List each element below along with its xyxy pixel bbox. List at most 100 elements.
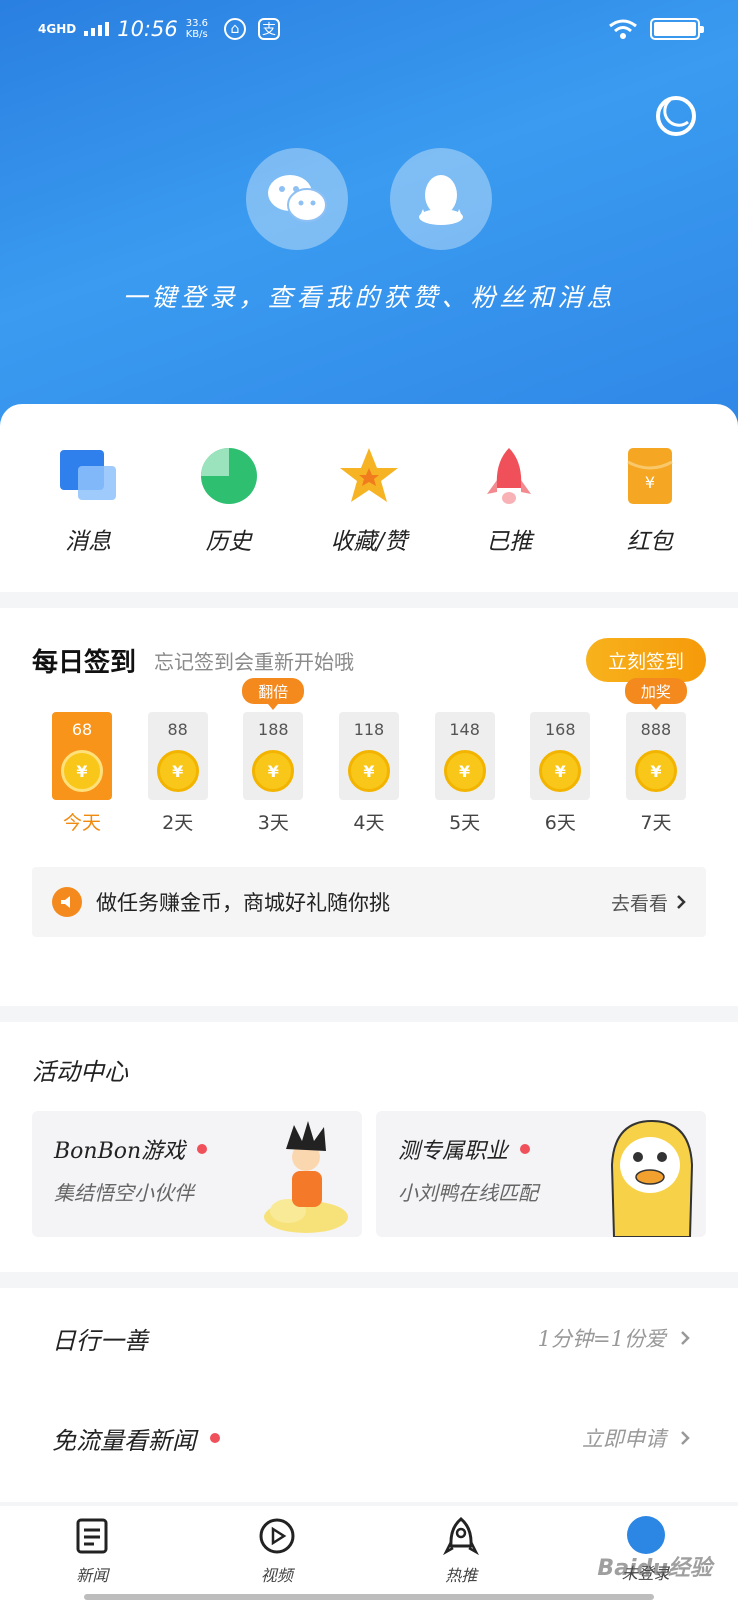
qq-icon [419, 175, 463, 225]
night-mode-icon[interactable] [654, 94, 698, 138]
news-icon [76, 1518, 108, 1554]
day-label: 7天 [640, 812, 672, 834]
speaker-icon [52, 887, 82, 917]
checkin-title: 每日签到 [32, 647, 137, 678]
day-coin-value: 168 [545, 720, 576, 739]
daily-checkin-section: 每日签到 忘记签到会重新开始哦 立刻签到 68 ¥ 今天 88 ¥ 2天 翻倍 18… [0, 608, 738, 1006]
rocket-icon [487, 448, 532, 504]
checkin-now-button[interactable]: 立刻签到 [585, 638, 706, 682]
activity-card-game[interactable]: BonBon游戏 集结悟空小伙伴 [32, 1111, 362, 1237]
quick-item-label: 红包 [626, 529, 673, 555]
coin-icon: ¥ [539, 750, 582, 792]
network-speed: 33.6 KB/s [185, 18, 208, 40]
tab-video[interactable]: 视频 [185, 1506, 370, 1600]
tab-label: 新闻 [76, 1566, 109, 1585]
checkin-day[interactable]: 88 ¥ 2天 [147, 712, 208, 835]
new-dot [197, 1144, 208, 1154]
day-label: 3天 [257, 812, 289, 834]
quick-item-history[interactable]: 历史 [174, 444, 284, 592]
history-icon [200, 448, 257, 504]
battery-icon [650, 18, 704, 40]
day-coin-value: 118 [353, 720, 385, 739]
chevron-right-icon [677, 895, 686, 909]
red-packet-icon: ¥ [627, 448, 673, 504]
home-indicator [84, 1594, 654, 1600]
day-coin-value: 88 [167, 720, 188, 739]
day-label: 4天 [353, 812, 385, 834]
quick-item-label: 已推 [486, 529, 533, 555]
task-banner[interactable]: 做任务赚金币，商城好礼随你挑 去看看 [32, 867, 706, 937]
qq-login-button[interactable] [390, 148, 492, 250]
network-type: 4GHD [38, 22, 77, 36]
double-badge: 翻倍 [242, 678, 305, 710]
quick-item-pushed[interactable]: 已推 [454, 444, 564, 592]
duck-illustration [610, 1119, 694, 1237]
activity-card-career[interactable]: 测专属职业 小刘鸭在线匹配 [376, 1111, 706, 1237]
wechat-icon [268, 175, 327, 222]
coin-icon: ¥ [443, 750, 486, 792]
coin-icon: ¥ [156, 750, 199, 792]
login-prompt[interactable]: 一键登录，查看我的获赞、粉丝和消息 [0, 278, 738, 314]
message-icon [60, 450, 117, 500]
coin-icon: ¥ [61, 750, 103, 792]
activity-title: 活动中心 [32, 1058, 128, 1086]
list-item-free-data[interactable]: 免流量看新闻 立即申请 [32, 1388, 706, 1488]
day-label: 6天 [544, 812, 576, 834]
day-label: 2天 [162, 812, 194, 834]
list-item-label: 免流量看新闻 [52, 1426, 196, 1455]
list-item-charity[interactable]: 日行一善 1分钟=1份爱 [32, 1288, 706, 1388]
list-item-value: 立即申请 [582, 1427, 666, 1451]
settings-list: 日行一善 1分钟=1份爱 免流量看新闻 立即申请 [0, 1288, 738, 1502]
quick-item-label: 收藏/赞 [330, 529, 408, 555]
list-item-label: 日行一善 [52, 1326, 148, 1355]
chevron-right-icon [681, 1331, 690, 1345]
signal-icon [84, 22, 110, 36]
checkin-day[interactable]: 148 ¥ 5天 [434, 712, 495, 835]
day-coin-value: 68 [71, 720, 93, 739]
quick-menu: 消息 历史 收藏/赞 已推 ¥ 红包 [0, 404, 738, 592]
day-coin-value: 148 [449, 720, 480, 739]
new-dot [520, 1144, 531, 1154]
tab-label: 视频 [260, 1566, 293, 1585]
day-coin-value: 888 [640, 720, 672, 739]
quick-item-favorites[interactable]: 收藏/赞 [314, 444, 424, 592]
rocket-icon [443, 1517, 480, 1556]
goku-illustration [264, 1121, 348, 1233]
wifi-icon [609, 19, 637, 39]
status-bar: 4GHD 10:56 33.6 KB/s ⌂ 支 [38, 14, 704, 44]
tab-news[interactable]: 新闻 [0, 1506, 185, 1600]
coin-icon: ¥ [252, 750, 295, 792]
svg-text:¥: ¥ [645, 473, 655, 492]
tab-label: 热推 [445, 1566, 478, 1585]
task-link[interactable]: 去看看 [611, 889, 686, 916]
checkin-days: 68 ¥ 今天 88 ¥ 2天 翻倍 188 ¥ 3天 118 ¥ 4天 148 ¥ 5天… [32, 678, 706, 835]
checkin-day[interactable]: 翻倍 188 ¥ 3天 [242, 678, 305, 835]
checkin-day[interactable]: 168 ¥ 6天 [530, 712, 591, 835]
activity-card-title: 测专属职业 [398, 1139, 509, 1164]
alipay-notification-icon: 支 [258, 18, 280, 40]
checkin-day[interactable]: 加奖 888 ¥ 7天 [624, 678, 687, 835]
new-dot [210, 1433, 220, 1443]
quick-item-label: 消息 [65, 529, 112, 555]
chevron-right-icon [681, 1431, 690, 1445]
coin-icon: ¥ [347, 750, 390, 792]
watermark: Baidu经验 [597, 1556, 712, 1581]
day-coin-value: 188 [258, 720, 289, 739]
star-icon [339, 448, 398, 502]
activity-center: 活动中心 BonBon游戏 集结悟空小伙伴 测专属职业 小刘鸭在线匹配 [0, 1022, 738, 1272]
notification-app-icon: ⌂ [224, 18, 246, 40]
day-label: 今天 [62, 812, 101, 834]
quick-item-red-packet[interactable]: ¥ 红包 [595, 444, 705, 592]
bonus-badge: 加奖 [624, 678, 687, 710]
tab-hot[interactable]: 热推 [369, 1506, 554, 1600]
activity-card-title: BonBon游戏 [54, 1139, 186, 1164]
day-label: 5天 [449, 812, 481, 834]
wechat-login-button[interactable] [246, 148, 348, 250]
checkin-day[interactable]: 118 ¥ 4天 [338, 712, 399, 835]
quick-item-message[interactable]: 消息 [33, 444, 143, 592]
checkin-day[interactable]: 68 ¥ 今天 [52, 712, 112, 835]
avatar-icon [626, 1516, 665, 1554]
checkin-subtitle: 忘记签到会重新开始哦 [154, 649, 355, 674]
task-text: 做任务赚金币，商城好礼随你挑 [96, 891, 390, 915]
list-item-value: 1分钟=1份爱 [537, 1327, 666, 1351]
